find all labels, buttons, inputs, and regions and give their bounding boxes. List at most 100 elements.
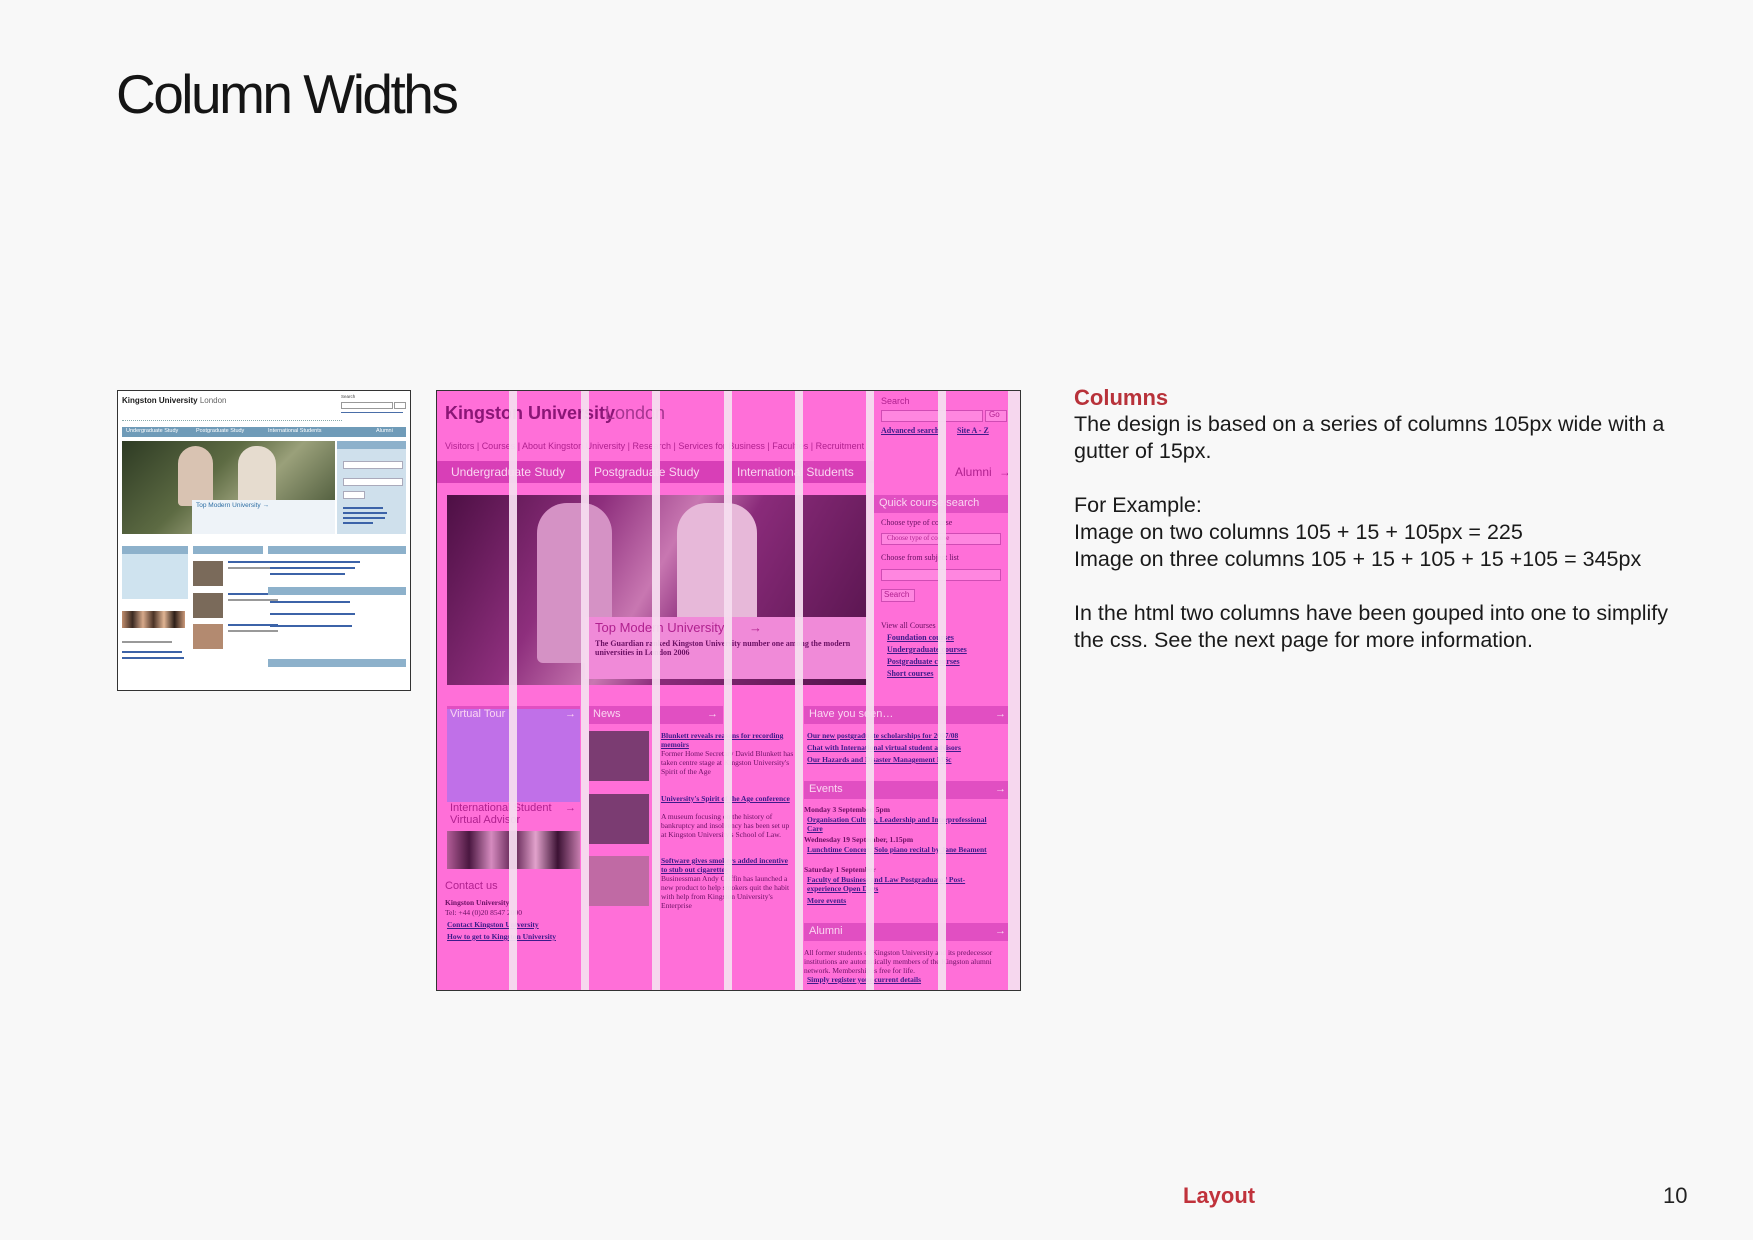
thumb-link xyxy=(343,517,385,519)
thumb-col-header xyxy=(268,659,406,667)
arrow-right-icon: → xyxy=(565,708,576,720)
search-button-label: Search xyxy=(884,590,910,599)
thumb-person xyxy=(238,446,276,506)
contact-link: Contact Kingston University xyxy=(447,920,539,929)
arrow-right-icon: → xyxy=(707,708,718,720)
event-date: Monday 3 September, 5pm xyxy=(804,805,890,814)
event-date: Saturday 1 September xyxy=(804,865,876,874)
section-label: Layout xyxy=(1183,1183,1256,1208)
columns-description: Columns The design is based on a series … xyxy=(1074,384,1694,654)
alumni-link: Simply register your current details xyxy=(807,975,922,984)
events-title: Events xyxy=(809,783,843,795)
course-link: Short courses xyxy=(887,669,934,678)
thumb-tab: Postgraduate Study xyxy=(196,428,245,434)
course-link: Undergraduate courses xyxy=(887,645,967,654)
thumb-link xyxy=(270,567,355,569)
arrow-right-icon: → xyxy=(565,802,576,814)
thumb-text xyxy=(228,630,278,632)
thumb-field xyxy=(343,491,365,499)
column-gutter xyxy=(1008,391,1020,990)
arrow-right-icon: → xyxy=(995,708,1006,720)
thumb-field xyxy=(343,478,403,486)
alumni-title: Alumni xyxy=(809,925,843,937)
thumb-link xyxy=(270,561,360,563)
thumb-link xyxy=(270,573,345,575)
contact-link: How to get to Kingston University xyxy=(447,932,556,941)
thumb-virtual-tour xyxy=(122,554,188,599)
seen-link: Our new postgraduate scholarships for 20… xyxy=(807,731,959,740)
thumb-col-header xyxy=(122,546,188,554)
overlay-alumni-tab: Alumni xyxy=(955,465,992,479)
thumb-link xyxy=(270,601,350,603)
thumb-nav-line xyxy=(122,418,342,421)
view-all-courses: View all Courses xyxy=(881,621,936,630)
thumb-col-header xyxy=(193,546,263,554)
quick-search-title: Quick course search xyxy=(879,497,980,509)
thumb-col-header xyxy=(268,546,406,554)
thumb-news-photo xyxy=(193,593,223,618)
news-photo xyxy=(589,856,649,906)
course-link: Postgraduate courses xyxy=(887,657,960,666)
thumb-field xyxy=(343,461,403,469)
isva-title: International Student Virtual Advisor xyxy=(450,802,552,826)
thumb-link xyxy=(270,625,352,627)
example-label: For Example: xyxy=(1074,493,1202,517)
column-gutter xyxy=(509,391,517,990)
news-title: News xyxy=(593,708,621,720)
news-photo xyxy=(589,731,649,781)
more-events-link: More events xyxy=(807,896,847,905)
arrow-right-icon: → xyxy=(995,783,1006,795)
overlay-go-label: Go xyxy=(989,410,1000,419)
thumb-link xyxy=(122,657,184,659)
event-date: Wednesday 19 September, 1.15pm xyxy=(804,835,914,844)
thumb-tab: Undergraduate Study xyxy=(126,428,179,434)
column-gutter xyxy=(866,391,874,990)
thumb-link xyxy=(270,613,355,615)
overlay-search-input xyxy=(881,410,983,422)
page-number: 10 xyxy=(1663,1183,1688,1208)
html-note: In the html two columns have been gouped… xyxy=(1074,601,1668,652)
contact-title: Contact us xyxy=(445,880,498,892)
example-line: Image on three columns 105 + 15 + 105 + … xyxy=(1074,547,1642,571)
thumb-link xyxy=(343,522,373,524)
thumb-link xyxy=(343,512,387,514)
example-line: Image on two columns 105 + 15 + 105px = … xyxy=(1074,520,1523,544)
thumb-text xyxy=(122,641,172,643)
thumb-hero-caption: Top Modern University → xyxy=(192,500,335,534)
column-gutter xyxy=(795,391,803,990)
thumb-logo: Kingston University London xyxy=(122,396,227,405)
thumb-news-photo xyxy=(193,624,223,649)
page-title: Column Widths xyxy=(116,63,459,125)
column-gutter xyxy=(724,391,732,990)
thumb-search-box xyxy=(341,402,393,409)
thumb-tab: International Students xyxy=(268,428,322,434)
overlay-site-az: Site A - Z xyxy=(957,426,989,435)
column-overlay-image: Kingston University London Search Go Adv… xyxy=(436,390,1021,991)
site-thumbnail: Kingston University London Search Underg… xyxy=(117,390,411,691)
overlay-advanced-search: Advanced search xyxy=(881,426,940,435)
thumb-faces xyxy=(122,611,185,628)
columns-heading: Columns xyxy=(1074,385,1169,410)
thumb-person xyxy=(178,446,213,506)
overlay-search-label: Search xyxy=(881,396,910,406)
column-gutter xyxy=(652,391,660,990)
news-photo xyxy=(589,794,649,844)
thumb-advanced-line xyxy=(341,410,403,413)
event-link: Lunchtime Concert: Solo piano recital by… xyxy=(807,845,987,854)
thumb-quick-search xyxy=(337,441,406,534)
event-link: Organisation Culture, Leadership and Int… xyxy=(807,815,987,833)
column-gutter xyxy=(938,391,946,990)
column-gutter xyxy=(581,391,589,990)
seen-link: Our Hazards and Disaster Management MSc xyxy=(807,755,952,764)
thumb-go-box xyxy=(394,402,406,409)
event-link: Faculty of Business and Law Postgraduate… xyxy=(807,875,966,893)
overlay-tab: Postgraduate Study xyxy=(594,465,700,479)
virtual-tour-title: Virtual Tour xyxy=(450,708,506,720)
arrow-right-icon: → xyxy=(749,620,762,635)
have-you-seen-title: Have you seen… xyxy=(809,708,894,720)
alumni-text: All former students of Kingston Universi… xyxy=(804,948,993,975)
arrow-right-icon: → xyxy=(995,925,1006,937)
contact-name: Kingston University xyxy=(445,898,510,907)
thumb-link xyxy=(122,651,182,653)
thumb-col-header xyxy=(268,587,406,595)
